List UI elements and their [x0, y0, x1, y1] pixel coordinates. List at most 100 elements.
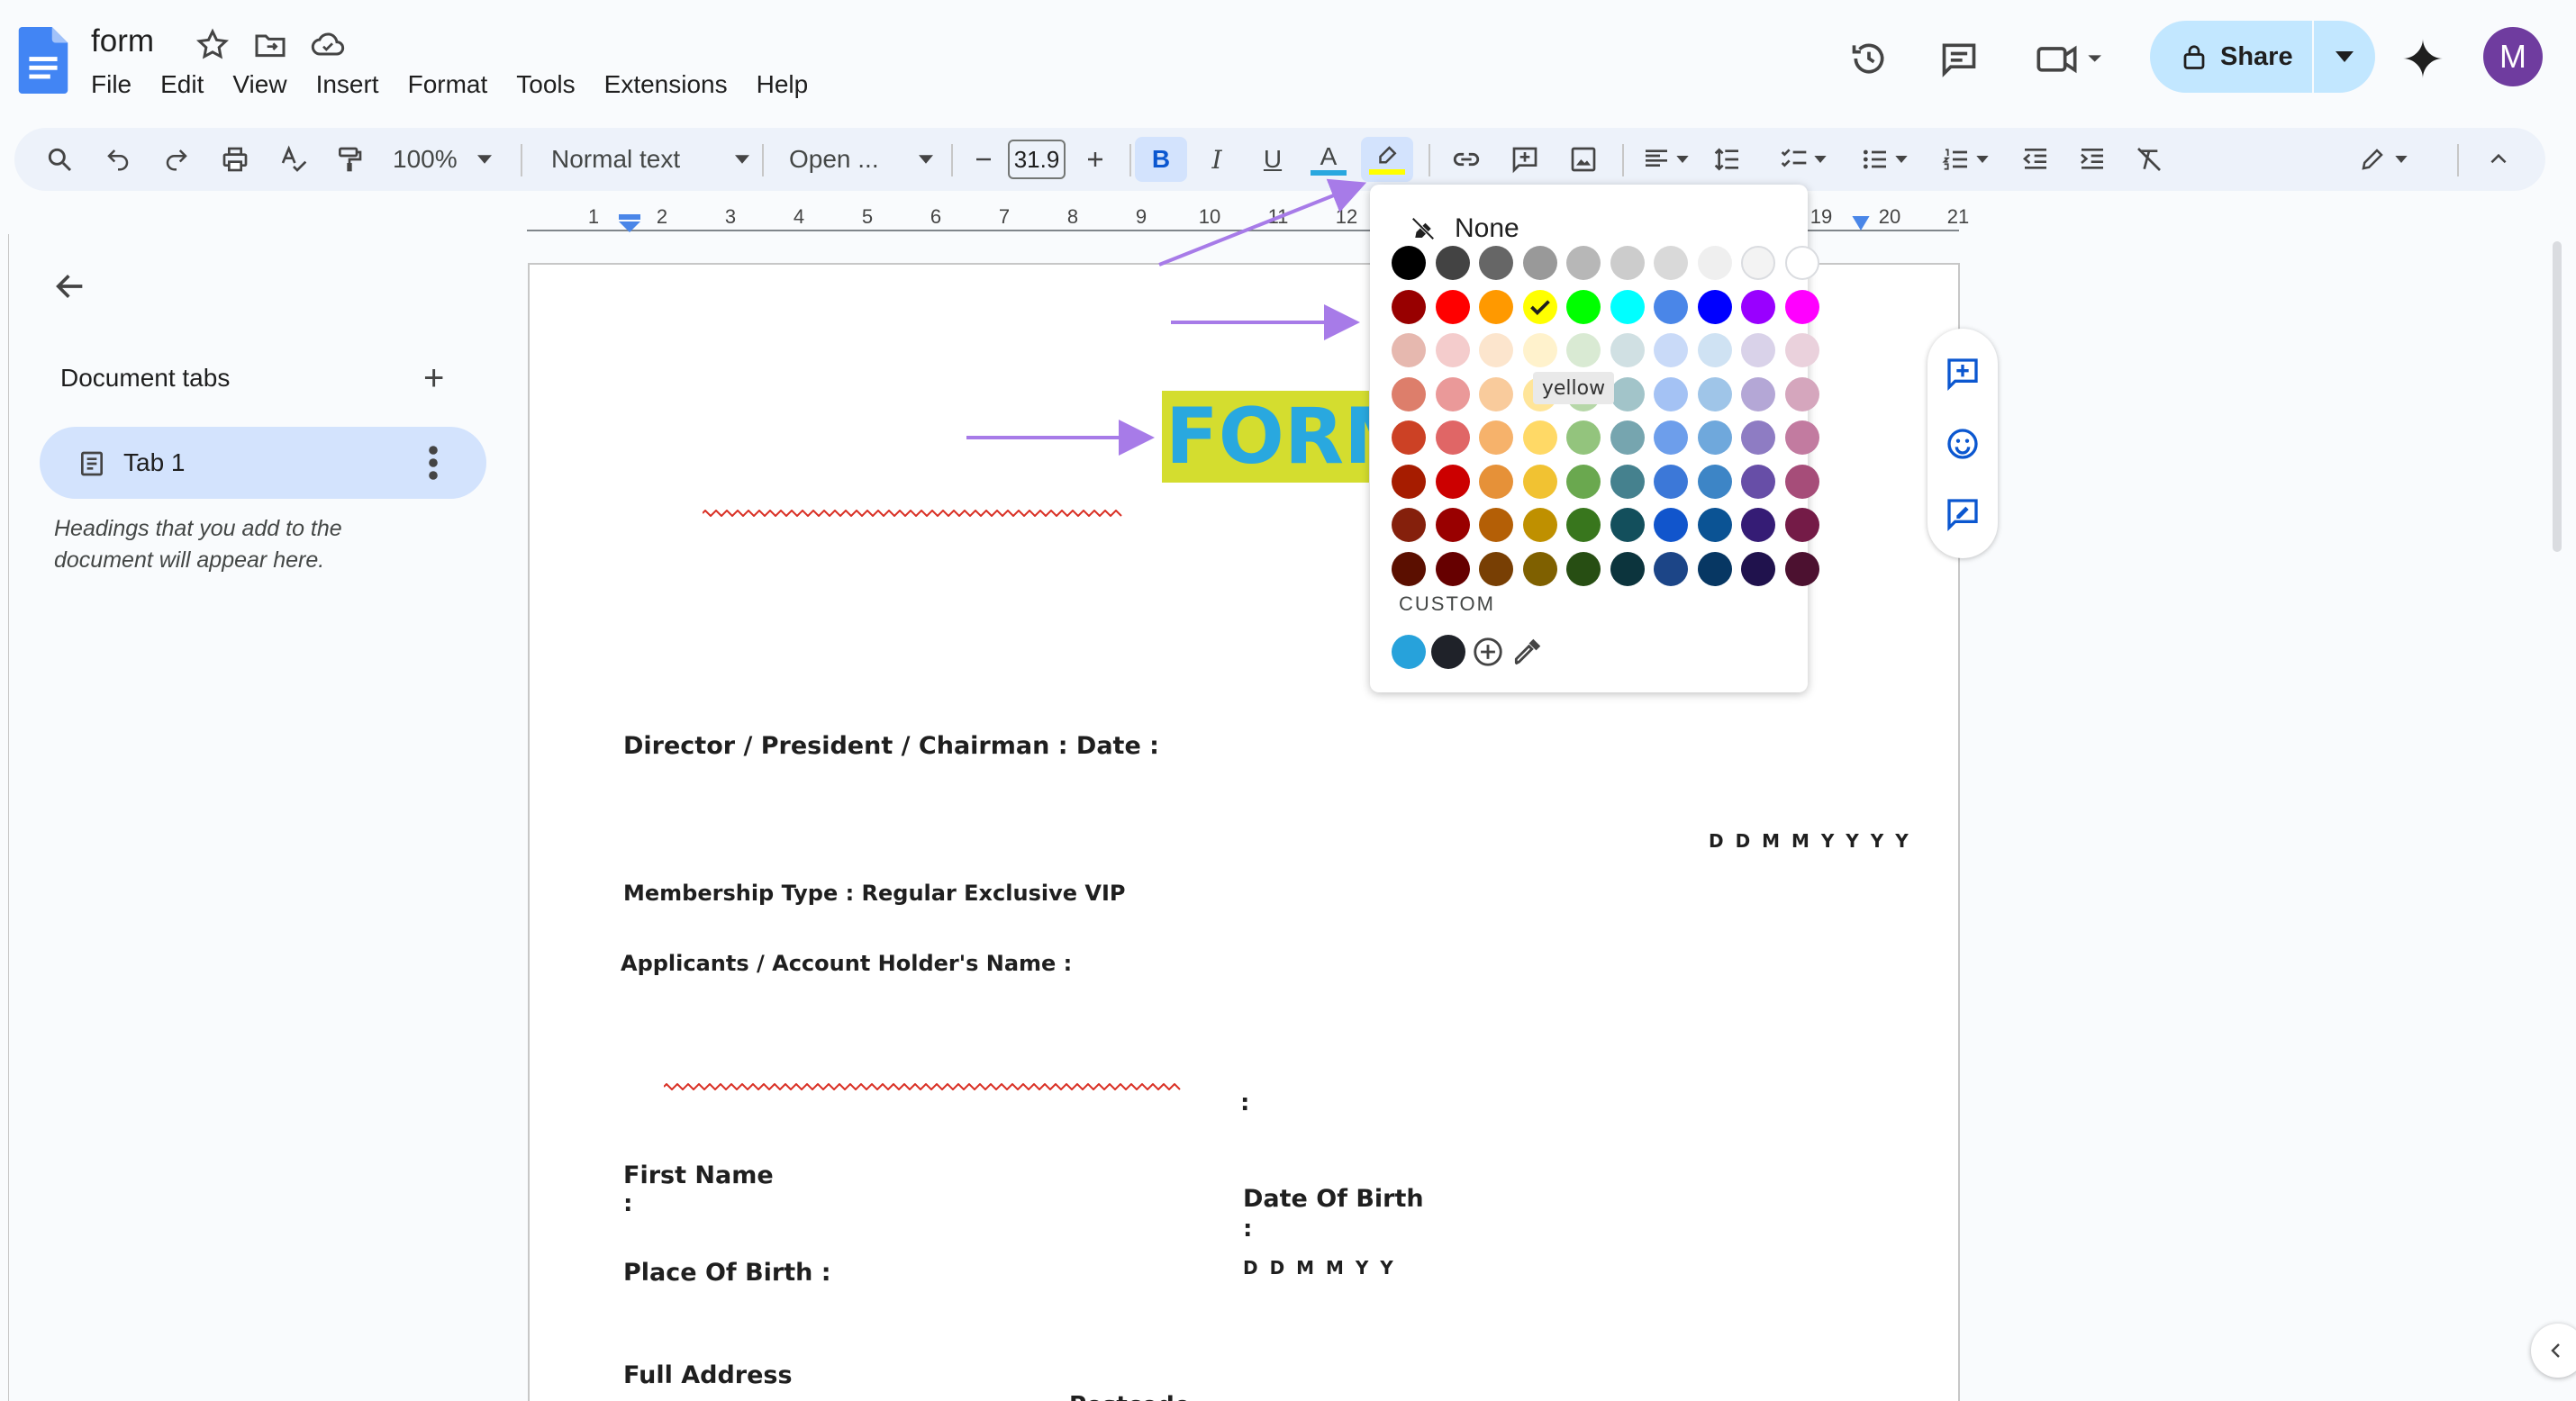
color-swatch[interactable]: [1522, 508, 1557, 542]
color-swatch[interactable]: [1610, 246, 1645, 280]
color-swatch[interactable]: [1741, 333, 1775, 367]
color-swatch[interactable]: [1654, 551, 1688, 586]
color-swatch[interactable]: [1741, 551, 1775, 586]
paint-format-icon[interactable]: [331, 137, 367, 182]
full-address-label[interactable]: Full Address: [623, 1361, 793, 1389]
color-swatch[interactable]: [1741, 420, 1775, 455]
color-swatch[interactable]: [1654, 420, 1688, 455]
sidebar-tab-1[interactable]: Tab 1: [40, 427, 486, 499]
color-swatch[interactable]: [1522, 246, 1557, 280]
color-swatch[interactable]: [1522, 551, 1557, 586]
font-size-input[interactable]: 31.9: [1008, 140, 1066, 179]
custom-color-swatch[interactable]: [1392, 635, 1426, 669]
color-swatch[interactable]: [1435, 464, 1470, 499]
color-swatch[interactable]: [1784, 333, 1819, 367]
color-swatch[interactable]: [1479, 508, 1513, 542]
color-swatch[interactable]: [1392, 376, 1426, 411]
italic-button[interactable]: I: [1194, 137, 1239, 182]
color-swatch[interactable]: [1654, 246, 1688, 280]
color-swatch[interactable]: [1392, 508, 1426, 542]
color-swatch[interactable]: [1566, 464, 1601, 499]
color-swatch[interactable]: [1435, 420, 1470, 455]
color-swatch[interactable]: [1741, 376, 1775, 411]
color-swatch[interactable]: [1392, 333, 1426, 367]
vertical-scrollbar[interactable]: [2553, 241, 2562, 552]
color-swatch[interactable]: [1435, 376, 1470, 411]
bold-button[interactable]: B: [1135, 137, 1187, 182]
checklist-select[interactable]: [1771, 137, 1836, 182]
color-swatch[interactable]: [1697, 464, 1732, 499]
color-swatch[interactable]: [1392, 246, 1426, 280]
numbered-list-select[interactable]: [1933, 137, 1998, 182]
hide-menus-icon[interactable]: [2479, 137, 2518, 182]
color-swatch[interactable]: [1654, 508, 1688, 542]
color-swatch[interactable]: [1654, 376, 1688, 411]
color-swatch[interactable]: [1479, 289, 1513, 324]
color-swatch[interactable]: [1435, 551, 1470, 586]
color-swatch[interactable]: [1566, 246, 1601, 280]
more-vert-icon[interactable]: [427, 445, 440, 481]
menu-tools[interactable]: Tools: [502, 67, 589, 103]
color-swatch-selected[interactable]: [1522, 289, 1557, 324]
color-swatch[interactable]: [1435, 333, 1470, 367]
add-comment-icon[interactable]: [1945, 356, 1981, 392]
underline-button[interactable]: U: [1250, 137, 1295, 182]
custom-color-swatch[interactable]: [1431, 635, 1465, 669]
insert-link-icon[interactable]: [1447, 137, 1486, 182]
color-swatch[interactable]: [1697, 246, 1732, 280]
clear-formatting-icon[interactable]: [2129, 137, 2169, 182]
color-swatch[interactable]: [1392, 551, 1426, 586]
applicant-name-line[interactable]: Applicants / Account Holder's Name :: [621, 951, 1072, 976]
line-spacing-icon[interactable]: [1708, 137, 1747, 182]
color-swatch[interactable]: [1741, 508, 1775, 542]
menu-extensions[interactable]: Extensions: [590, 67, 742, 103]
document-title[interactable]: form: [91, 23, 154, 59]
star-icon[interactable]: [195, 27, 231, 63]
form-heading-highlighted[interactable]: FORM: [1162, 391, 1369, 483]
color-swatch[interactable]: [1741, 464, 1775, 499]
share-dropdown-button[interactable]: [2314, 21, 2375, 93]
color-swatch[interactable]: [1566, 508, 1601, 542]
increase-indent-icon[interactable]: [2073, 137, 2112, 182]
color-swatch[interactable]: [1610, 289, 1645, 324]
color-swatch[interactable]: [1741, 246, 1775, 280]
search-menus-icon[interactable]: [41, 137, 77, 182]
color-swatch[interactable]: [1697, 289, 1732, 324]
membership-type-line[interactable]: Membership Type : Regular Exclusive VIP: [623, 881, 1125, 906]
menu-file[interactable]: File: [77, 67, 146, 103]
dob-format-placeholder[interactable]: D D M M Y Y: [1243, 1257, 1396, 1279]
color-swatch[interactable]: [1784, 420, 1819, 455]
director-line[interactable]: Director / President / Chairman : Date :: [623, 732, 1159, 760]
menu-edit[interactable]: Edit: [146, 67, 218, 103]
color-swatch[interactable]: [1522, 420, 1557, 455]
version-history-icon[interactable]: [1846, 36, 1891, 81]
color-swatch[interactable]: [1566, 551, 1601, 586]
menu-view[interactable]: View: [218, 67, 301, 103]
increase-font-size-icon[interactable]: [1077, 137, 1113, 182]
color-swatch[interactable]: [1435, 508, 1470, 542]
text-color-button[interactable]: A: [1306, 137, 1351, 182]
add-comment-icon[interactable]: [1505, 137, 1545, 182]
zoom-select[interactable]: 100%: [393, 137, 492, 182]
color-swatch[interactable]: [1697, 508, 1732, 542]
eyedropper-icon[interactable]: [1510, 635, 1545, 669]
color-swatch[interactable]: [1784, 376, 1819, 411]
meet-icon[interactable]: [2031, 36, 2112, 81]
insert-image-icon[interactable]: [1564, 137, 1603, 182]
color-swatch[interactable]: [1392, 289, 1426, 324]
color-swatch[interactable]: [1610, 551, 1645, 586]
side-panel-toggle-button[interactable]: [2531, 1324, 2576, 1378]
decrease-indent-icon[interactable]: [2016, 137, 2055, 182]
place-of-birth-label[interactable]: Place Of Birth :: [623, 1259, 831, 1287]
color-swatch[interactable]: [1435, 289, 1470, 324]
color-swatch[interactable]: [1392, 464, 1426, 499]
color-swatch[interactable]: [1479, 420, 1513, 455]
add-custom-color-icon[interactable]: [1471, 635, 1505, 669]
gemini-icon[interactable]: [2400, 36, 2445, 81]
postcode-label[interactable]: Postcode: [1069, 1392, 1190, 1401]
bulleted-list-select[interactable]: [1852, 137, 1917, 182]
highlight-color-button[interactable]: [1361, 137, 1413, 182]
color-swatch[interactable]: [1566, 420, 1601, 455]
color-swatch[interactable]: [1479, 376, 1513, 411]
color-swatch[interactable]: [1697, 376, 1732, 411]
